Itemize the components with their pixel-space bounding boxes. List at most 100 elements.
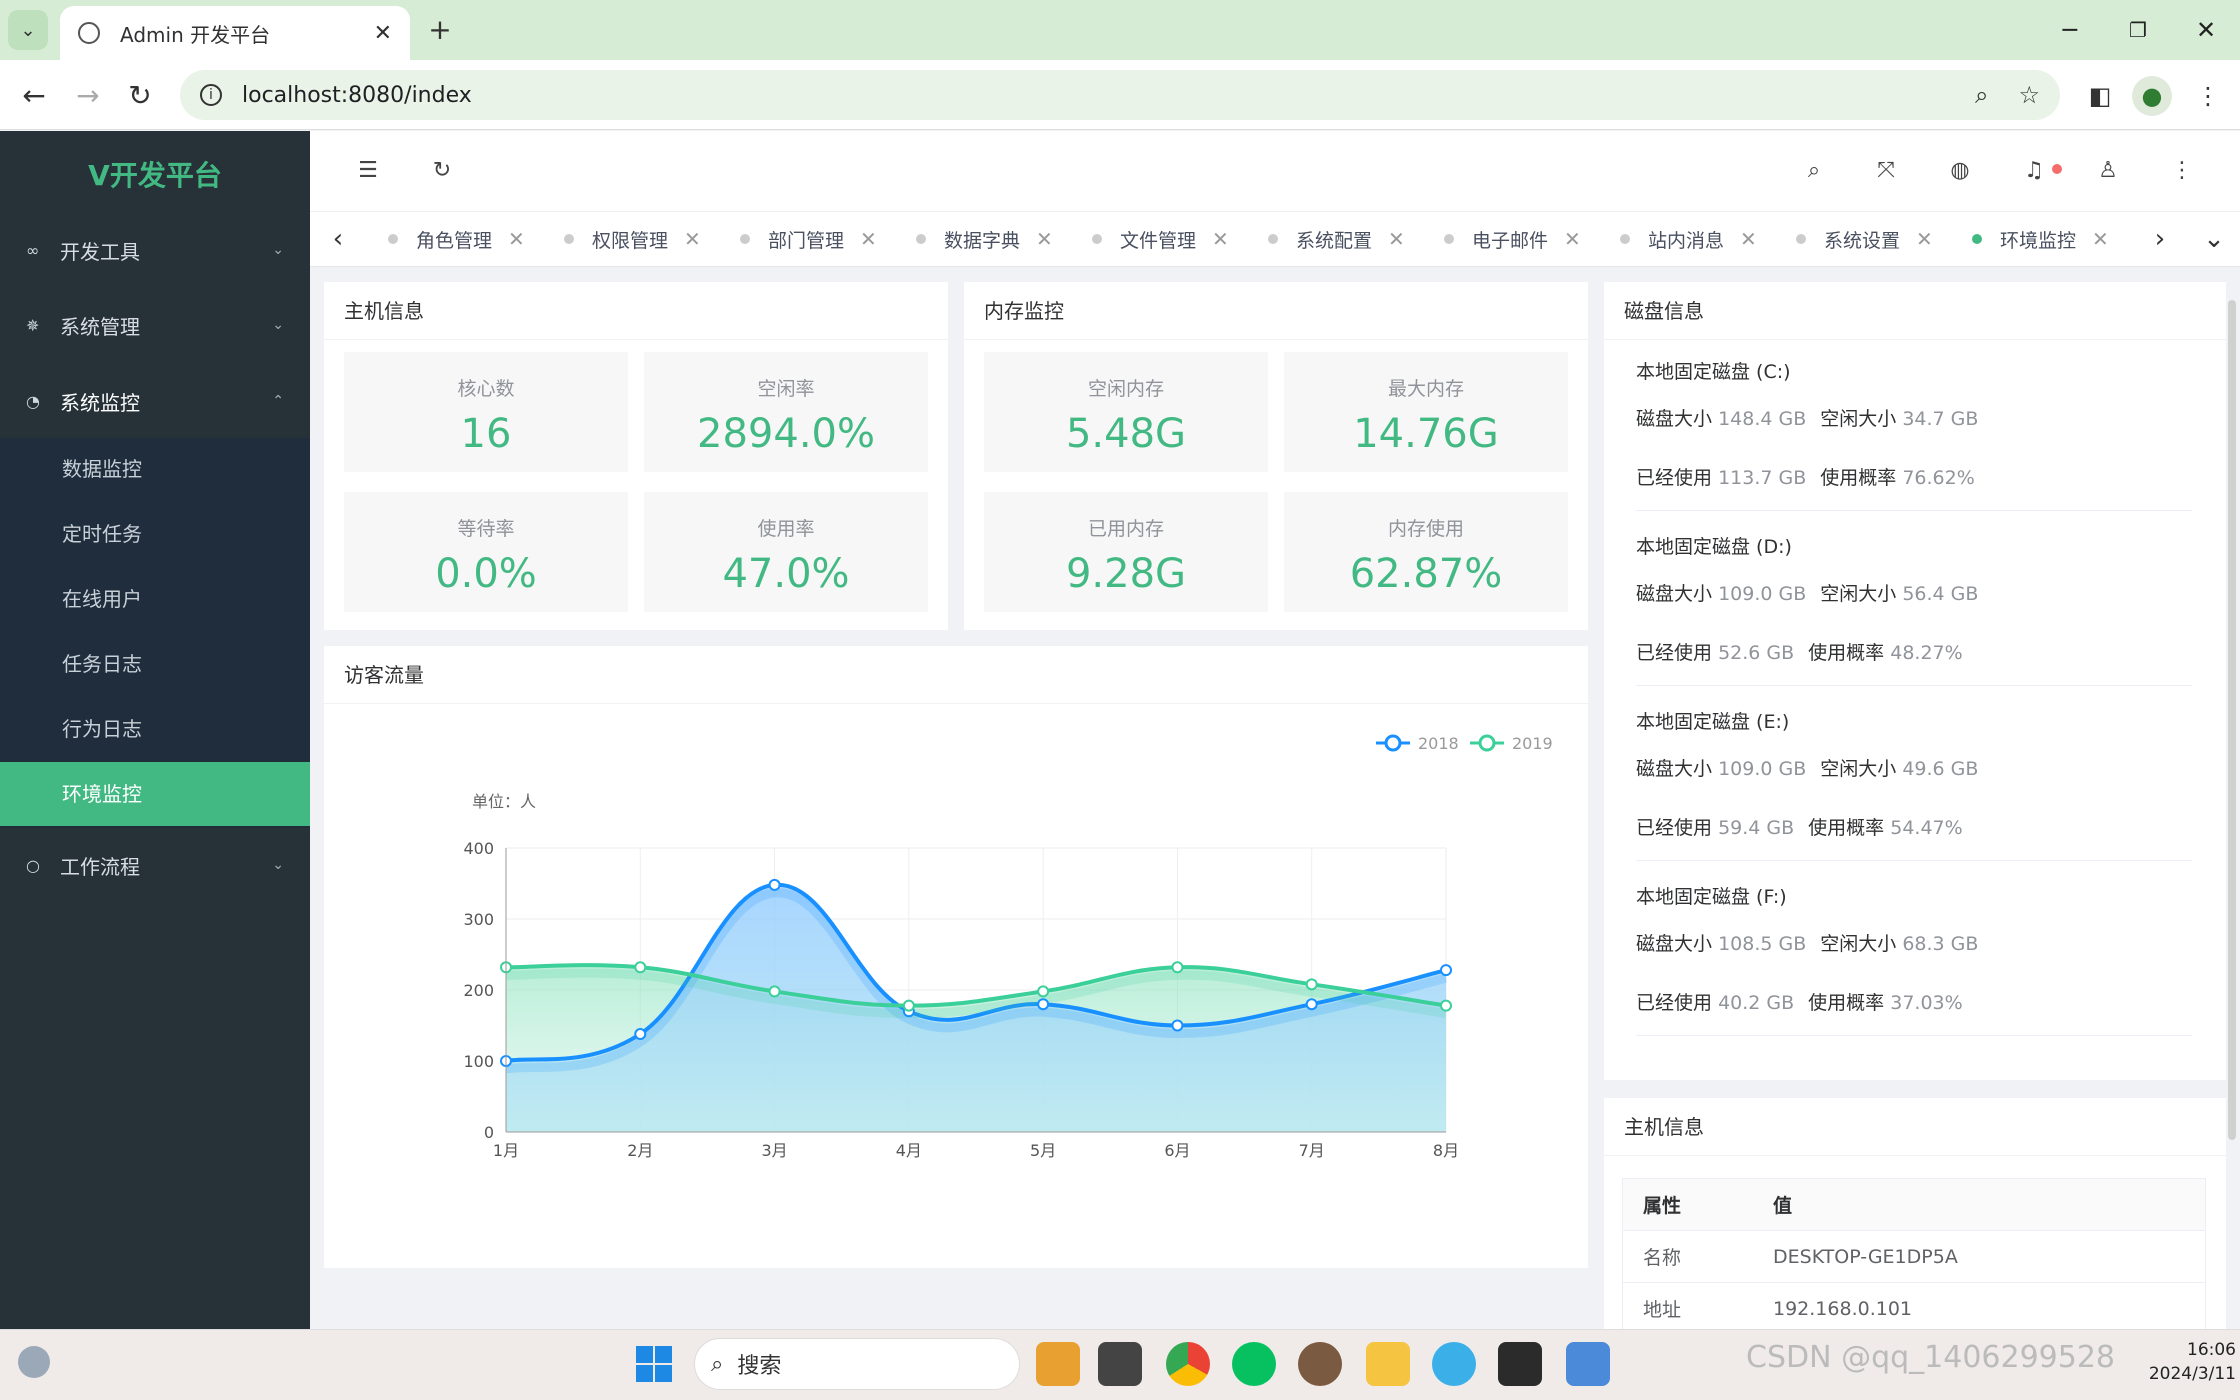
menu-system-monitor[interactable]: ◔ 系统监控 ⌃ xyxy=(0,364,310,438)
app-icon[interactable] xyxy=(1298,1342,1342,1386)
close-window-button[interactable]: ✕ xyxy=(2186,10,2226,50)
y-tick-label: 400 xyxy=(463,839,494,858)
tag-close-icon[interactable]: ✕ xyxy=(1564,227,1581,251)
refresh-icon[interactable]: ↻ xyxy=(422,151,462,191)
disk-free-label: 空闲大小 xyxy=(1820,583,1897,605)
tag-close-icon[interactable]: ✕ xyxy=(1212,227,1229,251)
tag-data-dictionary[interactable]: 数据字典 ✕ xyxy=(896,213,1053,265)
restore-button[interactable]: ❐ xyxy=(2118,10,2158,50)
x-tick-label: 6月 xyxy=(1164,1141,1190,1160)
weather-icon[interactable] xyxy=(18,1346,50,1378)
bookmark-star-icon[interactable]: ☆ xyxy=(2018,81,2040,109)
tag-close-icon[interactable]: ✕ xyxy=(684,227,701,251)
url-text[interactable]: localhost:8080/index xyxy=(242,83,1945,108)
tag-dot xyxy=(1444,234,1454,244)
tag-label: 文件管理 xyxy=(1120,229,1197,252)
disk-size-label: 磁盘大小 xyxy=(1636,933,1713,955)
tag-permission-management[interactable]: 权限管理 ✕ xyxy=(544,213,701,265)
zoom-icon[interactable]: ⌕ xyxy=(1975,81,1988,109)
terminal-icon[interactable] xyxy=(1498,1342,1542,1386)
table-header-row: 属性 值 xyxy=(1623,1179,2205,1231)
app-icon[interactable] xyxy=(1432,1342,1476,1386)
menu-system-management[interactable]: ✵ 系统管理 ⌄ xyxy=(0,288,310,362)
tag-close-icon[interactable]: ✕ xyxy=(2092,227,2109,251)
tag-close-icon[interactable]: ✕ xyxy=(1036,227,1053,251)
close-tab-icon[interactable]: ✕ xyxy=(374,21,392,46)
notepad-icon[interactable] xyxy=(1566,1342,1610,1386)
tag-env-monitor[interactable]: 环境监控 ✕ xyxy=(1952,213,2109,265)
tag-close-icon[interactable]: ✕ xyxy=(860,227,877,251)
taskbar-search[interactable]: ⌕ 搜索 xyxy=(694,1338,1020,1390)
site-info-icon[interactable]: i xyxy=(200,84,222,106)
new-tab-button[interactable]: + xyxy=(422,12,458,48)
back-button[interactable]: ← xyxy=(14,76,54,116)
chevron-down-icon: ⌄ xyxy=(272,242,284,258)
bell-icon[interactable]: ♫ xyxy=(2014,151,2054,191)
tags-dropdown-icon[interactable]: ⌄ xyxy=(2194,213,2234,265)
app-icon[interactable] xyxy=(1098,1342,1142,1386)
tag-file-management[interactable]: 文件管理 ✕ xyxy=(1072,213,1229,265)
page-scrollbar[interactable] xyxy=(2228,300,2236,1140)
submenu-data-monitor[interactable]: 数据监控 xyxy=(0,437,310,501)
disk-rate-label: 使用概率 xyxy=(1808,642,1885,664)
clock-date: 2024/3/11 xyxy=(2148,1364,2236,1384)
disk-size-row: 磁盘大小 109.0 GB 空闲大小 49.6 GB xyxy=(1636,746,2192,792)
panel-title: 主机信息 xyxy=(324,282,948,340)
data-point-2018 xyxy=(768,878,781,891)
tab-search-button[interactable]: ⌄ xyxy=(8,10,48,50)
windows-start-icon[interactable] xyxy=(634,1344,674,1384)
menu-fold-icon[interactable]: ☰ xyxy=(348,151,388,191)
data-point-2019 xyxy=(1037,985,1050,998)
table-cell: 192.168.0.101 xyxy=(1773,1297,1913,1320)
chrome-icon[interactable] xyxy=(1166,1342,1210,1386)
copilot-icon[interactable] xyxy=(1036,1342,1080,1386)
wechat-icon[interactable] xyxy=(1232,1342,1276,1386)
tags-scroll-right-icon[interactable]: › xyxy=(2140,213,2180,265)
tag-close-icon[interactable]: ✕ xyxy=(1740,227,1757,251)
search-icon: ⌕ xyxy=(711,1351,724,1377)
data-point-2019 xyxy=(1305,978,1318,991)
fullscreen-icon[interactable]: ⤧ xyxy=(1866,151,1906,191)
language-globe-icon[interactable]: ◍ xyxy=(1940,151,1980,191)
menu-label: 系统管理 xyxy=(60,314,140,339)
system-clock[interactable]: 16:06 2024/3/11 xyxy=(2086,1338,2236,1390)
disk-rate-label: 使用概率 xyxy=(1820,467,1897,489)
stat-label: 最大内存 xyxy=(1387,378,1464,400)
side-panel-icon[interactable]: ◧ xyxy=(2080,76,2120,116)
reload-button[interactable]: ↻ xyxy=(120,76,160,116)
tag-email[interactable]: 电子邮件 ✕ xyxy=(1424,213,1581,265)
stat-value: 16 xyxy=(460,411,512,457)
tag-system-settings[interactable]: 系统设置 ✕ xyxy=(1776,213,1933,265)
disk-size-row: 磁盘大小 108.5 GB 空闲大小 68.3 GB xyxy=(1636,921,2192,967)
submenu-scheduled-tasks[interactable]: 定时任务 xyxy=(0,502,310,566)
submenu-env-monitor[interactable]: 环境监控 xyxy=(0,762,310,826)
notification-dot xyxy=(2052,164,2062,174)
tag-role-management[interactable]: 角色管理 ✕ xyxy=(368,213,525,265)
menu-workflow[interactable]: ○ 工作流程 ⌄ xyxy=(0,828,310,902)
tag-department-management[interactable]: 部门管理 ✕ xyxy=(720,213,877,265)
disk-name: 本地固定磁盘 (E:) xyxy=(1636,711,1790,733)
submenu-online-users[interactable]: 在线用户 xyxy=(0,567,310,631)
user-icon[interactable]: ♙ xyxy=(2088,151,2128,191)
tag-close-icon[interactable]: ✕ xyxy=(508,227,525,251)
data-point-2018 xyxy=(1171,1019,1184,1032)
browser-menu-icon[interactable]: ⋮ xyxy=(2188,76,2228,116)
minimize-button[interactable]: ─ xyxy=(2050,10,2090,50)
submenu-task-log[interactable]: 任务日志 xyxy=(0,632,310,696)
tag-system-config[interactable]: 系统配置 ✕ xyxy=(1248,213,1405,265)
tag-dot xyxy=(916,234,926,244)
address-bar[interactable]: i localhost:8080/index ⌕ ☆ xyxy=(180,70,2060,120)
menu-dev-tools[interactable]: ∞ 开发工具 ⌄ xyxy=(0,213,310,287)
tag-close-icon[interactable]: ✕ xyxy=(1388,227,1405,251)
file-explorer-icon[interactable] xyxy=(1366,1342,1410,1386)
browser-tab[interactable]: Admin 开发平台 ✕ xyxy=(60,6,410,60)
profile-avatar-icon[interactable]: ● xyxy=(2132,76,2172,116)
tags-scroll-left-icon[interactable]: ‹ xyxy=(318,213,358,265)
tag-site-messages[interactable]: 站内消息 ✕ xyxy=(1600,213,1757,265)
forward-button[interactable]: → xyxy=(68,76,108,116)
more-vertical-icon[interactable]: ⋮ xyxy=(2162,151,2202,191)
submenu-behavior-log[interactable]: 行为日志 xyxy=(0,697,310,761)
disk-used-label: 已经使用 xyxy=(1636,642,1713,664)
search-icon[interactable]: ⌕ xyxy=(1794,151,1834,191)
tag-close-icon[interactable]: ✕ xyxy=(1916,227,1933,251)
